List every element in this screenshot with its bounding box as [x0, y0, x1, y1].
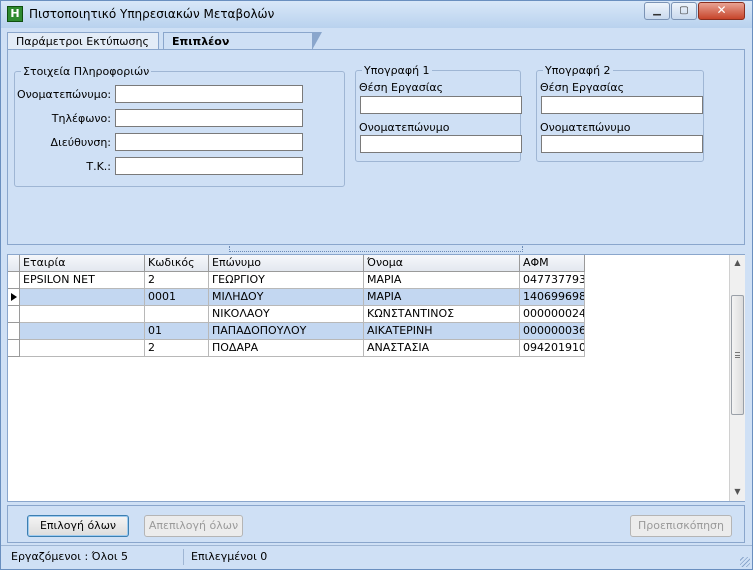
header-indicator: [8, 255, 20, 272]
phone-label: Τηλέφωνο:: [51, 112, 111, 125]
signature1-position-label: Θέση Εργασίας: [359, 81, 444, 94]
row-indicator[interactable]: [8, 323, 20, 340]
column-header-afm[interactable]: ΑΦΜ: [520, 255, 585, 272]
signature1-group: Υπογραφή 1 Θέση Εργασίας Ονοματεπώνυμο: [355, 64, 522, 162]
signature2-name-label: Ονοματεπώνυμο: [540, 121, 631, 134]
table-row[interactable]: 0001 ΜΙΛΗΔΟΥ ΜΑΡΙΑ 140699698: [8, 289, 585, 306]
table-row[interactable]: 2 ΠΟΔΑΡΑ ΑΝΑΣΤΑΣΙΑ 094201910: [8, 340, 585, 357]
cell-code[interactable]: 2: [145, 340, 209, 357]
action-bar: Επιλογή όλων Απεπιλογή όλων Προεπισκόπησ…: [7, 505, 745, 543]
cell-surname[interactable]: ΠΟΔΑΡΑ: [209, 340, 364, 357]
employees-grid: Εταιρία Κωδικός Επώνυμο Όνομα ΑΦΜ EPSILO…: [7, 254, 745, 502]
panel-splitter[interactable]: [229, 246, 523, 252]
row-indicator[interactable]: [8, 340, 20, 357]
cell-afm[interactable]: 000000024: [520, 306, 585, 323]
row-indicator[interactable]: [8, 306, 20, 323]
tab-strip: Παράμετροι Εκτύπωσης Επιπλέον Παράμετροι: [7, 32, 747, 61]
cell-code[interactable]: 2: [145, 272, 209, 289]
title-bar[interactable]: H Πιστοποιητικό Υπηρεσιακών Μεταβολών ▁ …: [1, 1, 752, 28]
cell-company[interactable]: EPSILON NET: [20, 272, 145, 289]
scrollbar-thumb[interactable]: [731, 295, 744, 415]
column-header-company[interactable]: Εταιρία: [20, 255, 145, 272]
cell-code[interactable]: 01: [145, 323, 209, 340]
cell-surname[interactable]: ΓΕΩΡΓΙΟΥ: [209, 272, 364, 289]
cell-code[interactable]: 0001: [145, 289, 209, 306]
cell-afm[interactable]: 140699698: [520, 289, 585, 306]
signature2-group: Υπογραφή 2 Θέση Εργασίας Ονοματεπώνυμο: [536, 64, 704, 162]
table-row[interactable]: EPSILON NET 2 ΓΕΩΡΓΙΟΥ ΜΑΡΙΑ 047737793: [8, 272, 585, 289]
scroll-down-icon[interactable]: ▼: [730, 484, 745, 501]
app-icon[interactable]: H: [7, 6, 23, 22]
signature1-title: Υπογραφή 1: [362, 64, 432, 77]
grid-vertical-scrollbar[interactable]: ▲ ▼: [729, 255, 745, 501]
main-window: H Πιστοποιητικό Υπηρεσιακών Μεταβολών ▁ …: [0, 0, 753, 570]
signature1-name-input[interactable]: [360, 135, 522, 153]
column-header-code[interactable]: Κωδικός: [145, 255, 209, 272]
cell-surname[interactable]: ΠΑΠΑΔΟΠΟΥΛΟΥ: [209, 323, 364, 340]
preview-button[interactable]: Προεπισκόπηση: [630, 515, 732, 537]
status-selected: Επιλεγμένοι 0: [191, 550, 268, 563]
cell-code[interactable]: [145, 306, 209, 323]
signature2-title: Υπογραφή 2: [543, 64, 613, 77]
status-bar: Εργαζόμενοι : Όλοι 5 Επιλεγμένοι 0: [1, 545, 752, 569]
select-all-button[interactable]: Επιλογή όλων: [27, 515, 129, 537]
signature2-name-input[interactable]: [541, 135, 703, 153]
info-group: Στοιχεία Πληροφοριών Ονοματεπώνυμο: Τηλέ…: [14, 65, 345, 187]
resize-grip-icon[interactable]: [740, 557, 750, 567]
postal-code-input[interactable]: [115, 157, 303, 175]
tab-print-parameters[interactable]: Παράμετροι Εκτύπωσης: [7, 32, 159, 50]
window-title: Πιστοποιητικό Υπηρεσιακών Μεταβολών: [29, 7, 275, 21]
tab-extra-parameters[interactable]: Επιπλέον Παράμετροι: [163, 32, 322, 61]
fullname-input[interactable]: [115, 85, 303, 103]
signature1-position-input[interactable]: [360, 96, 522, 114]
scroll-grip-icon: [735, 352, 740, 358]
extra-parameters-panel: Στοιχεία Πληροφοριών Ονοματεπώνυμο: Τηλέ…: [7, 49, 745, 245]
postal-code-label: Τ.Κ.:: [86, 160, 111, 173]
current-row-arrow-icon: [11, 293, 17, 301]
cell-name[interactable]: ΜΑΡΙΑ: [364, 289, 520, 306]
column-header-surname[interactable]: Επώνυμο: [209, 255, 364, 272]
signature1-name-label: Ονοματεπώνυμο: [359, 121, 450, 134]
column-header-name[interactable]: Όνομα: [364, 255, 520, 272]
row-indicator[interactable]: [8, 289, 20, 306]
cell-afm[interactable]: 047737793: [520, 272, 585, 289]
signature2-position-label: Θέση Εργασίας: [540, 81, 625, 94]
status-separator: [183, 549, 184, 565]
cell-company[interactable]: [20, 289, 145, 306]
cell-name[interactable]: ΜΑΡΙΑ: [364, 272, 520, 289]
cell-name[interactable]: ΚΩΝΣΤΑΝΤΙΝΟΣ: [364, 306, 520, 323]
table-row[interactable]: ΝΙΚΟΛΑΟΥ ΚΩΝΣΤΑΝΤΙΝΟΣ 000000024: [8, 306, 585, 323]
deselect-all-button[interactable]: Απεπιλογή όλων: [144, 515, 243, 537]
cell-name[interactable]: ΑΝΑΣΤΑΣΙΑ: [364, 340, 520, 357]
maximize-button[interactable]: ▢: [671, 2, 697, 20]
info-group-title: Στοιχεία Πληροφοριών: [21, 65, 152, 78]
status-employees: Εργαζόμενοι : Όλοι 5: [11, 550, 129, 563]
address-label: Διεύθυνση:: [50, 136, 111, 149]
scroll-up-icon[interactable]: ▲: [730, 255, 745, 272]
close-button[interactable]: ✕: [698, 2, 745, 20]
address-input[interactable]: [115, 133, 303, 151]
cell-surname[interactable]: ΝΙΚΟΛΑΟΥ: [209, 306, 364, 323]
cell-company[interactable]: [20, 306, 145, 323]
cell-afm[interactable]: 000000036: [520, 323, 585, 340]
minimize-button[interactable]: ▁: [644, 2, 670, 20]
cell-company[interactable]: [20, 340, 145, 357]
cell-name[interactable]: ΑΙΚΑΤΕΡΙΝΗ: [364, 323, 520, 340]
signature2-position-input[interactable]: [541, 96, 703, 114]
phone-input[interactable]: [115, 109, 303, 127]
cell-surname[interactable]: ΜΙΛΗΔΟΥ: [209, 289, 364, 306]
row-indicator[interactable]: [8, 272, 20, 289]
cell-afm[interactable]: 094201910: [520, 340, 585, 357]
fullname-label: Ονοματεπώνυμο:: [17, 88, 112, 101]
cell-company[interactable]: [20, 323, 145, 340]
table-row[interactable]: 01 ΠΑΠΑΔΟΠΟΥΛΟΥ ΑΙΚΑΤΕΡΙΝΗ 000000036: [8, 323, 585, 340]
